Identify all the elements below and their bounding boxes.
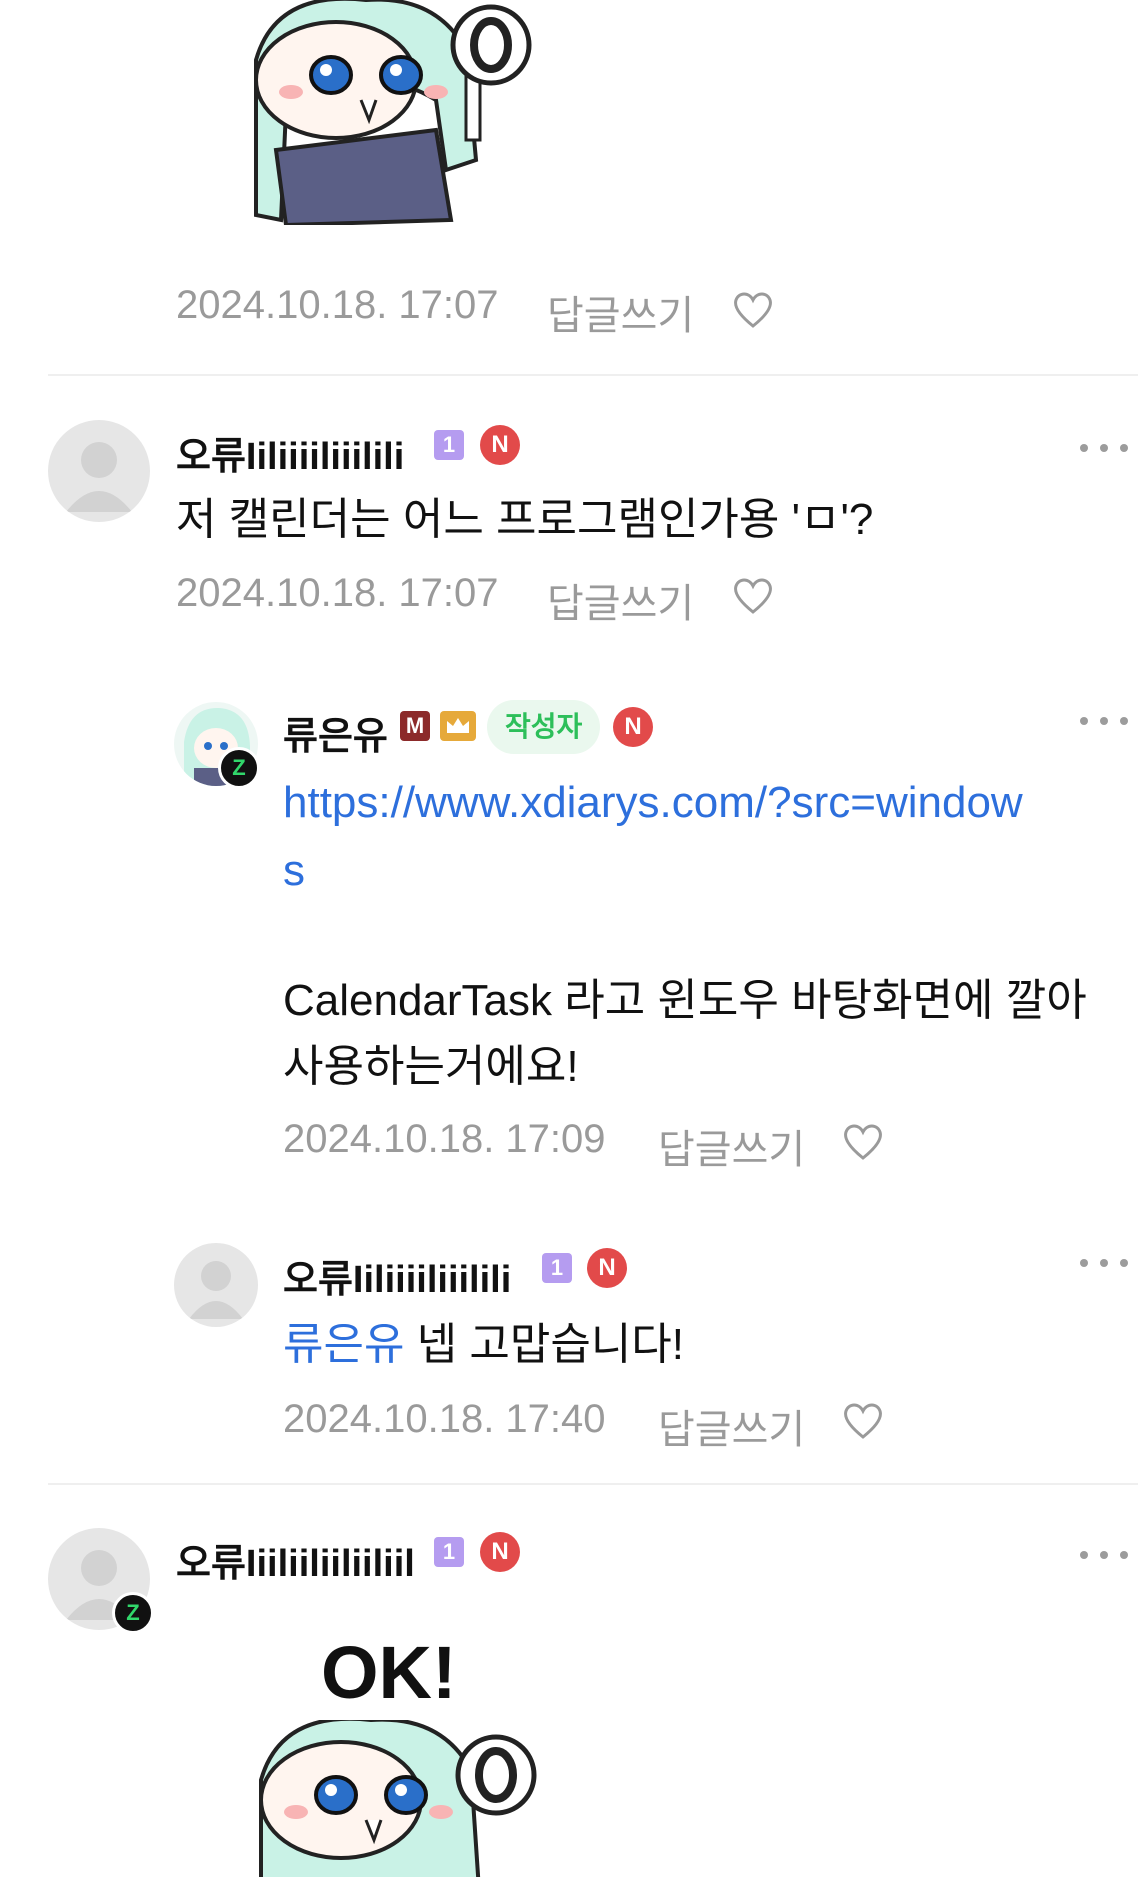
comment-author[interactable]: 오류Iiliiiiliiilili [176, 425, 404, 480]
more-dots-icon[interactable] [1080, 441, 1130, 455]
sticker-text: OK! [321, 1631, 457, 1714]
comment-link-continuation[interactable]: s [283, 838, 305, 904]
manager-badge: M [400, 711, 430, 741]
new-badge: N [587, 1248, 627, 1288]
comment-text: 사용하는거에요! [283, 1042, 579, 1091]
reply-button[interactable]: 답글쓰기 [547, 283, 694, 341]
comment-timestamp: 2024.10.18. 17:40 [283, 1397, 606, 1441]
author-tag: 작성자 [487, 700, 601, 754]
level-badge: 1 [434, 430, 464, 460]
heart-outline-icon[interactable] [732, 290, 774, 330]
comment-author[interactable]: 류은유 [283, 705, 388, 760]
reply-button[interactable]: 답글쓰기 [547, 571, 694, 629]
reply-button[interactable]: 답글쓰기 [658, 1117, 805, 1175]
comment-divider [48, 1483, 1138, 1485]
z-badge-icon: Z [218, 747, 260, 789]
avatar[interactable] [174, 1243, 258, 1327]
comment-text: 저 캘린더는 어느 프로그램인가용 'ㅁ'? [176, 495, 874, 544]
more-dots-icon[interactable] [1080, 1548, 1130, 1562]
new-badge: N [480, 1532, 520, 1572]
crown-icon [440, 711, 476, 741]
comment-link[interactable]: https://www.xdiarys.com/?src=window [283, 770, 1023, 836]
comment-text: 류은유 넵 고맙습니다! [283, 1312, 684, 1378]
default-avatar-icon [66, 442, 132, 512]
sticker-image [254, 0, 532, 225]
heart-outline-icon[interactable] [842, 1401, 884, 1441]
heart-outline-icon[interactable] [842, 1122, 884, 1162]
comment-author[interactable]: 오류Iiliiiiliiilili [283, 1248, 511, 1303]
avatar[interactable] [48, 420, 150, 522]
level-badge: 1 [434, 1537, 464, 1567]
more-dots-icon[interactable] [1080, 1256, 1130, 1270]
comment-divider [48, 374, 1138, 376]
z-badge-icon: Z [112, 1592, 154, 1634]
comment-text: CalendarTask 라고 윈도우 바탕화면에 깔아 [283, 976, 1087, 1025]
sticker-image: OK! [236, 1630, 546, 1877]
comment-timestamp: 2024.10.18. 17:07 [176, 283, 499, 327]
default-avatar-icon [189, 1261, 243, 1319]
comment-author[interactable]: 오류Iiiliiliiliiliil [176, 1532, 415, 1587]
comment-timestamp: 2024.10.18. 17:07 [176, 571, 499, 615]
heart-outline-icon[interactable] [732, 576, 774, 616]
mention-link[interactable]: 류은유 [283, 1320, 404, 1369]
comment-text-body: 넵 고맙습니다! [404, 1320, 685, 1369]
reply-button[interactable]: 답글쓰기 [658, 1397, 805, 1455]
new-badge: N [613, 707, 653, 747]
more-dots-icon[interactable] [1080, 714, 1130, 728]
new-badge: N [480, 425, 520, 465]
level-badge: 1 [542, 1253, 572, 1283]
comment-timestamp: 2024.10.18. 17:09 [283, 1117, 606, 1161]
